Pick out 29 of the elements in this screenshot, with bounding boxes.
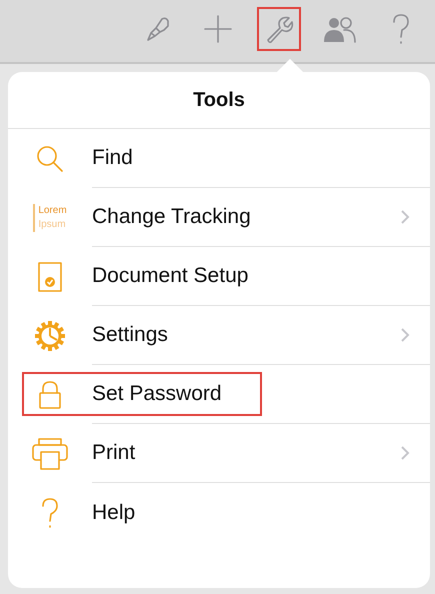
menu-item[interactable]: Settings (8, 306, 430, 365)
popover-title: Tools (8, 72, 430, 129)
people-icon (323, 14, 357, 44)
search-icon (35, 144, 65, 174)
gear-icon (34, 320, 66, 352)
question-icon (390, 13, 412, 45)
chevron-icon (400, 327, 410, 343)
question-icon (40, 496, 60, 528)
wrench-icon (264, 14, 294, 44)
menu-label: Document Setup (92, 264, 248, 288)
plus-icon (203, 14, 233, 44)
menu-item[interactable]: Help (8, 483, 430, 542)
menu-label: Set Password (92, 382, 222, 406)
menu-item[interactable]: Print (8, 424, 430, 483)
chevron-icon (400, 445, 410, 461)
menu-label: Print (92, 441, 136, 465)
menu-item[interactable]: Find (8, 129, 430, 188)
menu-label: Change Tracking (92, 205, 251, 229)
menu-label: Help (92, 500, 136, 524)
chevron-icon (400, 209, 410, 225)
toolbar-button[interactable] (257, 7, 301, 51)
lock-icon (37, 380, 63, 410)
menu-label: Settings (92, 323, 168, 347)
menu-label: Find (92, 146, 133, 170)
menu-item[interactable]: Set Password (8, 365, 430, 424)
document-icon (37, 260, 63, 292)
menu-item[interactable]: Lorem Ipsum Change Tracking (8, 188, 430, 247)
menu-item[interactable]: Document Setup (8, 247, 430, 306)
printer-icon (31, 436, 69, 470)
